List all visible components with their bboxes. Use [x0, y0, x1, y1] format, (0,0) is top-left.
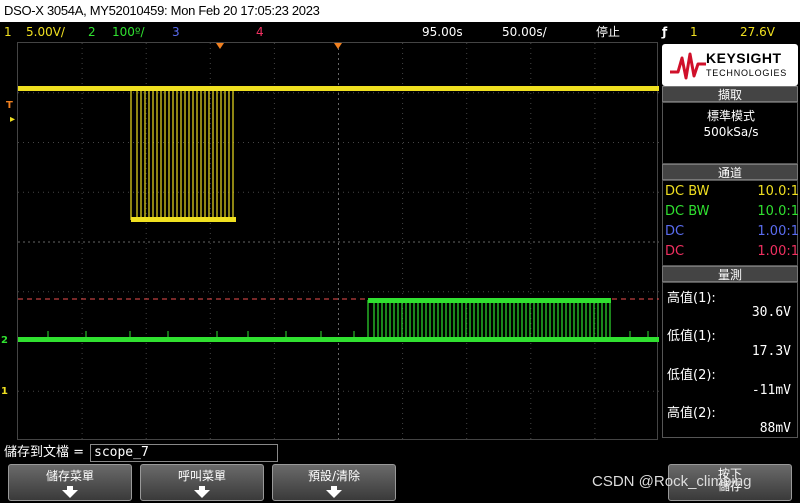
recall-menu-button[interactable]: 呼叫菜單 [140, 464, 264, 501]
measure-label-1: 高值(1): [667, 291, 716, 306]
ch1-scale[interactable]: 5.00V/ [26, 22, 65, 42]
ch3-probe: 1.00:1 [757, 224, 799, 239]
delay-marker [334, 43, 342, 49]
trigger-arrow-icon: ▸ [10, 114, 16, 125]
measure-value-4: 88mV [759, 421, 791, 436]
ch2-scale[interactable]: 100º/ [112, 22, 145, 42]
measure-header[interactable]: 量測 [662, 266, 798, 282]
ch2-ground-marker[interactable]: 2 [1, 335, 8, 346]
down-arrow-icon [62, 490, 78, 498]
status-bar: 1 5.00V/ 2 100º/ 3 4 95.00s 50.00s/ 停止 ƒ… [0, 22, 800, 42]
acquire-rate: 500kSa/s [703, 125, 759, 139]
channel-row-2[interactable]: DC BW 10.0:1 [665, 204, 799, 219]
channels-header[interactable]: 通道 [662, 164, 798, 180]
ch2-baseline-trace [18, 337, 659, 342]
channel-row-4[interactable]: DC 1.00:1 [665, 244, 799, 259]
save-to-file-label: 儲存到文檔 = [4, 445, 85, 460]
ch1-coupling: DC BW [665, 184, 710, 199]
measure-value-1: 30.6V [751, 305, 791, 320]
acquire-mode: 標準模式 [706, 109, 755, 123]
trigger-level-marker[interactable]: T [6, 100, 13, 111]
ch4-probe: 1.00:1 [757, 244, 799, 259]
csdn-watermark: CSDN @Rock_climbing [592, 473, 752, 490]
down-arrow-icon [194, 490, 210, 498]
logo-subtitle: TECHNOLOGIES [706, 68, 788, 78]
measure-box: 高值(1): 30.6V 低值(1): 17.3V 低值(2): -11mV 高… [662, 282, 798, 438]
measure-label-2: 低值(1): [667, 329, 716, 344]
channel-row-1[interactable]: DC BW 10.0:1 [665, 184, 799, 199]
trigger-position-marker [216, 43, 224, 49]
info-side-panel: KEYSIGHT TECHNOLOGIES 擷取 標準模式 500kSa/s 通… [660, 42, 800, 440]
file-name-bar: 儲存到文檔 = scope_7 [0, 443, 800, 463]
channel-row-3[interactable]: DC 1.00:1 [665, 224, 799, 239]
ch2-coupling: DC BW [665, 204, 710, 219]
acquire-box: 標準模式 500kSa/s [662, 102, 798, 164]
channels-box: DC BW 10.0:1 DC BW 10.0:1 DC 1.00:1 DC 1.00:… [662, 180, 799, 266]
keysight-logo: KEYSIGHT TECHNOLOGIES [662, 44, 798, 86]
time-scale[interactable]: 50.00s/ [502, 22, 547, 42]
file-name-input[interactable]: scope_7 [90, 444, 278, 462]
measure-value-3: -11mV [751, 383, 791, 398]
trigger-level[interactable]: 27.6V [740, 22, 775, 42]
run-state[interactable]: 停止 [596, 22, 620, 42]
ch2-number[interactable]: 2 [88, 22, 96, 42]
default-erase-button[interactable]: 預設/清除 [272, 464, 396, 501]
trigger-edge-icon: ƒ [662, 25, 668, 39]
ch4-number[interactable]: 4 [256, 22, 264, 42]
ch3-number[interactable]: 3 [172, 22, 180, 42]
ch1-high-trace [18, 86, 659, 91]
ch4-coupling: DC [665, 244, 685, 259]
time-offset[interactable]: 95.00s [422, 22, 463, 42]
ch2-probe: 10.0:1 [757, 204, 799, 219]
ch1-ground-marker[interactable]: 1 [1, 386, 8, 397]
down-arrow-icon [326, 490, 342, 498]
ch1-low-segment [131, 217, 236, 222]
measure-label-4: 高值(2): [667, 406, 716, 421]
waveform-graticule [18, 43, 659, 441]
save-menu-button[interactable]: 儲存菜單 [8, 464, 132, 501]
measure-label-3: 低值(2): [667, 368, 716, 383]
trigger-source[interactable]: 1 [690, 22, 698, 42]
keysight-wave-icon [670, 52, 706, 80]
ch1-probe: 10.0:1 [757, 184, 799, 199]
ch3-coupling: DC [665, 224, 685, 239]
logo-brand: KEYSIGHT [706, 50, 782, 66]
waveform-display[interactable] [17, 42, 659, 441]
acquire-header[interactable]: 擷取 [662, 86, 798, 102]
window-title: DSO-X 3054A, MY52010459: Mon Feb 20 17:0… [0, 0, 800, 22]
ch1-number[interactable]: 1 [4, 22, 12, 42]
measure-value-2: 17.3V [751, 344, 791, 359]
